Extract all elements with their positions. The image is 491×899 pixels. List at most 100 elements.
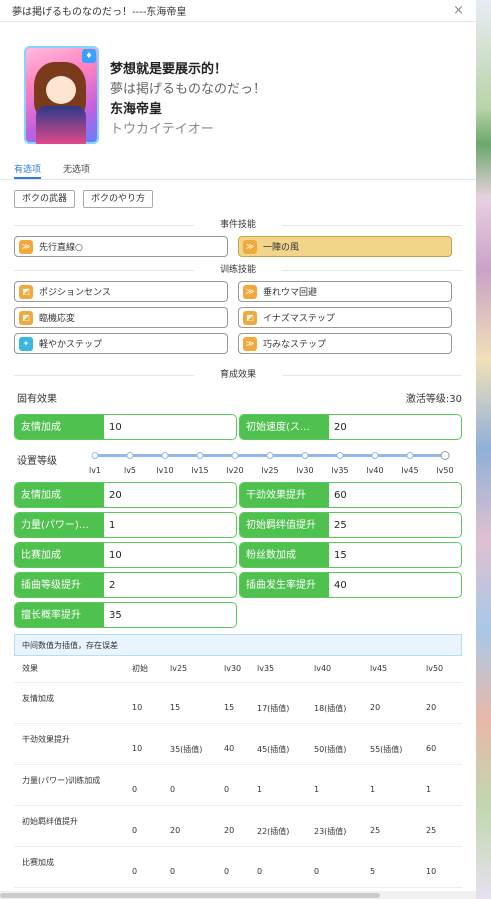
- slider-stop[interactable]: [336, 452, 344, 459]
- background-side-strip: [476, 0, 491, 899]
- table-header: lv35: [249, 656, 306, 683]
- scrollbar-thumb[interactable]: [0, 893, 380, 898]
- table-cell-value: 40: [216, 723, 249, 765]
- dialog-titlebar: 夢は掲げるものなのだっ！----东海帝皇 ×: [0, 0, 476, 22]
- skill-icon: ≫: [243, 336, 257, 351]
- skill-icon: ≫: [243, 239, 257, 254]
- table-cell-value: 10: [418, 846, 462, 888]
- effects-table: 效果 初始 lv25 lv30 lv35 lv40 lv45 lv50 友情加成…: [14, 656, 462, 888]
- effect-item: 力量(パワー)… 1: [14, 512, 237, 538]
- slider-tick-label: lv15: [191, 466, 209, 475]
- tab-without-options[interactable]: 无选项: [63, 154, 90, 179]
- tab-with-options[interactable]: 有选项: [14, 154, 42, 179]
- table-cell-value: 55(插值): [362, 723, 418, 765]
- table-header: lv45: [362, 656, 418, 683]
- effect-item: 粉丝数加成 15: [239, 542, 462, 568]
- table-cell-value: 25: [418, 805, 462, 847]
- table-cell-value: 10: [124, 723, 162, 765]
- card-header: ♦ 梦想就是要展示的！ 夢は掲げるものなのだっ！ 东海帝皇 トウカイテイオー: [0, 22, 476, 154]
- table-cell-value: 0: [162, 764, 216, 806]
- slider-tick-label: lv5: [123, 466, 137, 475]
- table-cell-effect: 力量(パワー)训练加成: [14, 764, 124, 806]
- table-cell-value: 0: [216, 764, 249, 806]
- table-cell-effect: 友情加成: [14, 682, 124, 724]
- table-cell-value: 5: [362, 846, 418, 888]
- slider-stop[interactable]: [91, 452, 99, 459]
- card-title-japanese: 夢は掲げるものなのだっ！: [110, 82, 267, 97]
- table-cell-value: 60: [418, 723, 462, 765]
- table-cell-value: 20: [418, 682, 462, 724]
- table-row: 力量(パワー)训练加成 0 0 0 1 1 1 1: [14, 764, 462, 806]
- table-cell-value: 1: [249, 764, 306, 806]
- slider-stop[interactable]: [266, 452, 274, 459]
- table-cell-value: 1: [306, 764, 362, 806]
- table-cell-value: 0: [162, 846, 216, 888]
- slider-stop[interactable]: [196, 452, 204, 459]
- table-cell-effect: 初始羁绊值提升: [14, 805, 124, 847]
- table-header-row: 效果 初始 lv25 lv30 lv35 lv40 lv45 lv50: [14, 656, 462, 683]
- dialog-title: 夢は掲げるものなのだっ！----东海帝皇: [12, 7, 187, 18]
- skill-icon: ◩: [19, 310, 33, 325]
- effect-stats-grid: 友情加成 20 干劲效果提升 60 力量(パワー)… 1 初始羁绊值提升 25 比赛加成…: [0, 482, 476, 628]
- slider-tick-label: lv10: [156, 466, 174, 475]
- skill-icon: ✦: [19, 336, 33, 351]
- horizontal-scrollbar[interactable]: [0, 891, 476, 899]
- table-header: lv40: [306, 656, 362, 683]
- skill-item[interactable]: ≫ 巧みなステップ: [238, 333, 452, 354]
- table-cell-value: 18(插值): [306, 682, 362, 724]
- skill-item[interactable]: ◩ ポジションセンス: [14, 281, 228, 302]
- slider-stop[interactable]: [406, 452, 414, 459]
- table-cell-value: 20: [362, 682, 418, 724]
- close-icon[interactable]: ×: [453, 3, 464, 18]
- table-cell-value: 25: [362, 805, 418, 847]
- skill-icon: ≫: [19, 239, 33, 254]
- table-header: 效果: [14, 656, 124, 683]
- table-cell-value: 17(插值): [249, 682, 306, 724]
- level-slider-row: 设置等级 lv1 lv5 lv10 lv15 lv20 lv25 lv30 lv35 lv40 l…: [0, 448, 476, 482]
- table-cell-value: 50(插值): [306, 723, 362, 765]
- support-card-image: ♦: [24, 46, 99, 144]
- slider-handle[interactable]: [440, 451, 450, 460]
- level-slider[interactable]: lv1 lv5 lv10 lv15 lv20 lv25 lv30 lv35 lv40 lv45 lv…: [88, 448, 454, 478]
- slider-tick-label: lv30: [296, 466, 314, 475]
- card-names: 梦想就是要展示的！ 夢は掲げるものなのだっ！ 东海帝皇 トウカイテイオー: [110, 46, 266, 154]
- table-cell-value: 1: [362, 764, 418, 806]
- table-cell-value: 0: [249, 846, 306, 888]
- slider-stop[interactable]: [161, 452, 169, 459]
- interpolation-note: 中间数值为插值，存在误差: [14, 634, 462, 656]
- skill-item[interactable]: ◩ 臨機応変: [14, 307, 228, 328]
- slider-stop[interactable]: [301, 452, 309, 459]
- skill-item[interactable]: ✦ 軽やかステップ: [14, 333, 228, 354]
- training-skills-header: 训练技能: [0, 263, 476, 277]
- card-type-icon: ♦: [82, 49, 96, 63]
- effect-item: 比赛加成 10: [14, 542, 237, 568]
- skill-item[interactable]: ◩ イナズマステップ: [238, 307, 452, 328]
- slider-tick-label: lv50: [436, 466, 454, 475]
- card-title-chinese: 梦想就是要展示的！: [110, 62, 228, 77]
- table-cell-value: 35(插值): [162, 723, 216, 765]
- slider-stop[interactable]: [371, 452, 379, 459]
- table-row: 干劲效果提升 10 35(插值) 40 45(插值) 50(插值) 55(插值) 60: [14, 723, 462, 765]
- table-cell-value: 15: [216, 682, 249, 724]
- slider-stop[interactable]: [126, 452, 134, 459]
- skill-icon: ≫: [243, 284, 257, 299]
- skill-item[interactable]: ≫ 一陣の風: [238, 236, 452, 257]
- table-header: 初始: [124, 656, 162, 683]
- table-cell-value: 10: [124, 682, 162, 724]
- slider-stop[interactable]: [231, 452, 239, 459]
- slider-tick-label: lv1: [88, 466, 102, 475]
- slider-tick-label: lv25: [261, 466, 279, 475]
- slider-tick-label: lv35: [331, 466, 349, 475]
- slider-tick-label: lv20: [226, 466, 244, 475]
- table-cell-effect: 比赛加成: [14, 846, 124, 888]
- option-tabs: 有选项 无选项: [0, 154, 476, 180]
- level-label: 设置等级: [17, 456, 57, 467]
- table-row: 初始羁绊值提升 0 20 20 22(插值) 23(插值) 25 25: [14, 805, 462, 847]
- skill-item[interactable]: ≫ 先行直線○: [14, 236, 228, 257]
- event-skills-header: 事件技能: [0, 218, 476, 232]
- option-button-way[interactable]: ボクのやり方: [83, 190, 154, 208]
- skill-item[interactable]: ≫ 垂れウマ回避: [238, 281, 452, 302]
- option-button-weapon[interactable]: ボクの武器: [14, 190, 76, 208]
- event-skills-list: ≫ 先行直線○ ≫ 一陣の風: [0, 236, 476, 257]
- table-cell-value: 20: [216, 805, 249, 847]
